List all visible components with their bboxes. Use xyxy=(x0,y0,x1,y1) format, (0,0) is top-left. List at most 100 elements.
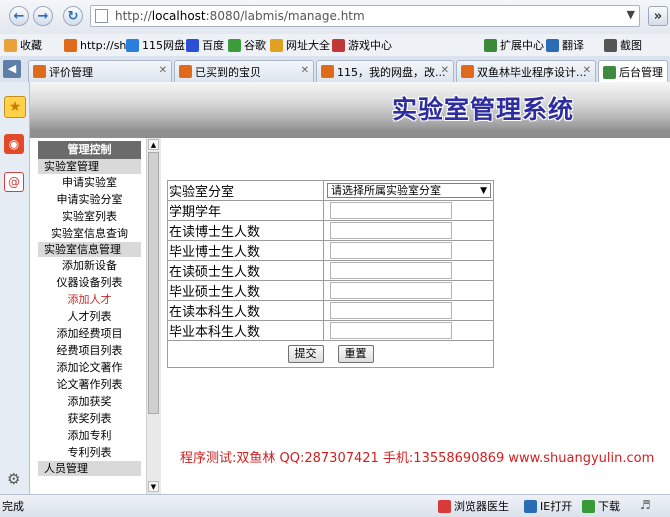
field-input[interactable] xyxy=(330,222,452,239)
field-input[interactable] xyxy=(330,322,452,339)
browser-tab[interactable]: 双鱼林毕业程序设计... ✕ xyxy=(456,60,596,82)
tab-favicon xyxy=(179,65,192,78)
ie-open[interactable]: IE打开 xyxy=(524,498,572,514)
browser-tab[interactable]: 后台管理 xyxy=(598,60,668,83)
ie-open-label: IE打开 xyxy=(540,500,573,513)
menu-section-title[interactable]: 人员管理 xyxy=(38,461,141,476)
menu-item[interactable]: 实验室信息查询 xyxy=(38,225,141,242)
menu-item[interactable]: 经费项目列表 xyxy=(38,342,141,359)
gear-icon[interactable]: ⚙ xyxy=(7,470,20,488)
scroll-thumb[interactable] xyxy=(148,152,159,414)
menu-item[interactable]: 申请实验分室 xyxy=(38,191,141,208)
menu-item[interactable]: 申请实验室 xyxy=(38,174,141,191)
bookmark-label: 网址大全 xyxy=(286,39,330,52)
refresh-icon[interactable]: ↻ xyxy=(63,6,83,26)
bookmark-item[interactable]: 游戏中心 xyxy=(332,37,392,53)
field-cell xyxy=(323,260,494,281)
browser-doctor[interactable]: 浏览器医生 xyxy=(438,498,509,514)
download-icon xyxy=(582,499,595,513)
toolbar-tool[interactable]: 截图 xyxy=(604,37,642,53)
menu-item[interactable]: 专利列表 xyxy=(38,444,141,461)
menu-item[interactable]: 添加人才 xyxy=(38,291,141,308)
form-row: 毕业硕士生人数 xyxy=(167,280,494,301)
tab-label: 已买到的宝贝 xyxy=(195,65,261,79)
menu-item[interactable]: 添加新设备 xyxy=(38,257,141,274)
bookmark-label: 百度 xyxy=(202,39,224,52)
field-cell xyxy=(323,240,494,261)
forward-icon[interactable]: → xyxy=(33,6,53,26)
submit-button[interactable]: 提交 xyxy=(287,345,324,363)
lab-select[interactable]: 请选择所属实验室分室 ▼ xyxy=(327,183,491,198)
menu-section-title[interactable]: 实验室信息管理 xyxy=(38,242,141,257)
bookmark-item[interactable]: 网址大全 xyxy=(270,37,330,53)
weibo-icon[interactable]: ◉ xyxy=(4,134,24,154)
browser-tab[interactable]: 已买到的宝贝 ✕ xyxy=(174,60,314,82)
close-icon[interactable]: ✕ xyxy=(441,65,449,76)
form-row: 毕业博士生人数 xyxy=(167,240,494,261)
download[interactable]: 下载 xyxy=(582,498,620,514)
field-input[interactable] xyxy=(330,282,452,299)
back-icon[interactable]: ← xyxy=(9,6,29,26)
bookmark-item[interactable]: http://sh xyxy=(64,37,126,53)
field-input[interactable] xyxy=(330,302,452,319)
scroll-down-icon[interactable]: ▼ xyxy=(148,481,159,492)
bookmark-item[interactable]: 收藏 xyxy=(4,37,42,53)
menu-scrollbar[interactable]: ▲ ▼ xyxy=(146,138,161,494)
bookmark-item[interactable]: 谷歌 xyxy=(228,37,266,53)
tab-label: 115，我的网盘，改... xyxy=(337,65,446,79)
page-icon xyxy=(64,38,77,52)
bookmark-item[interactable]: 百度 xyxy=(186,37,224,53)
field-label: 毕业本科生人数 xyxy=(167,320,324,341)
star-icon[interactable]: ★ xyxy=(4,96,26,118)
bookmark-label: 谷歌 xyxy=(244,39,266,52)
reset-button[interactable]: 重置 xyxy=(337,345,374,363)
menu-item[interactable]: 添加论文著作 xyxy=(38,359,141,376)
close-icon[interactable]: ✕ xyxy=(301,65,309,76)
download-label: 下载 xyxy=(598,500,620,513)
close-icon[interactable]: ✕ xyxy=(583,65,591,76)
page-header: 实验室管理系统 xyxy=(30,82,670,132)
tool-label: 截图 xyxy=(620,39,642,52)
footer-contact: 程序测试:双鱼林 QQ:287307421 手机:13558690869 www… xyxy=(180,451,655,466)
field-label: 在读博士生人数 xyxy=(167,220,324,241)
mail-icon[interactable]: @ xyxy=(4,172,24,192)
browser-tab[interactable]: 评价管理 ✕ xyxy=(28,60,172,82)
browser-tab[interactable]: 115，我的网盘，改... ✕ xyxy=(316,60,454,82)
menu-item[interactable]: 人才列表 xyxy=(38,308,141,325)
chevron-down-icon: ▼ xyxy=(480,186,487,196)
menu-item[interactable]: 添加获奖 xyxy=(38,393,141,410)
menu-item[interactable]: 添加经费项目 xyxy=(38,325,141,342)
speaker-icon[interactable]: ♬ xyxy=(640,498,651,512)
field-input[interactable] xyxy=(330,242,452,259)
menu-item[interactable]: 实验室列表 xyxy=(38,208,141,225)
bookmark-label: 游戏中心 xyxy=(348,39,392,52)
chevron-down-icon[interactable]: ▼ xyxy=(627,8,635,21)
menu-item[interactable]: 获奖列表 xyxy=(38,410,141,427)
toolbar-tool[interactable]: 扩展中心 xyxy=(484,37,544,53)
puzzle-icon xyxy=(484,38,497,52)
bookmark-label: http://sh xyxy=(80,38,127,52)
url-host: localhost xyxy=(151,9,206,23)
menu-item[interactable]: 仪器设备列表 xyxy=(38,274,141,291)
field-input[interactable] xyxy=(330,202,452,219)
sidebar-toggle-icon[interactable]: ◀ xyxy=(3,60,21,78)
paw-icon xyxy=(186,38,199,52)
google-icon xyxy=(228,38,241,52)
toolbar-tool[interactable]: 翻译 xyxy=(546,37,584,53)
tab-favicon xyxy=(33,65,46,78)
close-icon[interactable]: ✕ xyxy=(159,65,167,76)
bookmark-item[interactable]: 115网盘 xyxy=(126,37,185,53)
menu-section-title[interactable]: 实验室管理 xyxy=(38,159,141,174)
menu-item[interactable]: 添加专利 xyxy=(38,427,141,444)
chevron-right-icon[interactable]: » xyxy=(648,6,668,26)
field-input[interactable] xyxy=(330,262,452,279)
menu-item[interactable]: 论文著作列表 xyxy=(38,376,141,393)
form-actions: 提交 重置 xyxy=(167,340,494,368)
address-input[interactable]: http://localhost:8080/labmis/manage.htm … xyxy=(90,5,640,27)
header-divider xyxy=(30,131,670,138)
scroll-up-icon[interactable]: ▲ xyxy=(148,139,159,150)
field-label: 毕业博士生人数 xyxy=(167,240,324,261)
url-prefix: http:// xyxy=(115,9,152,23)
tab-favicon xyxy=(321,65,334,78)
page-icon xyxy=(95,9,108,23)
